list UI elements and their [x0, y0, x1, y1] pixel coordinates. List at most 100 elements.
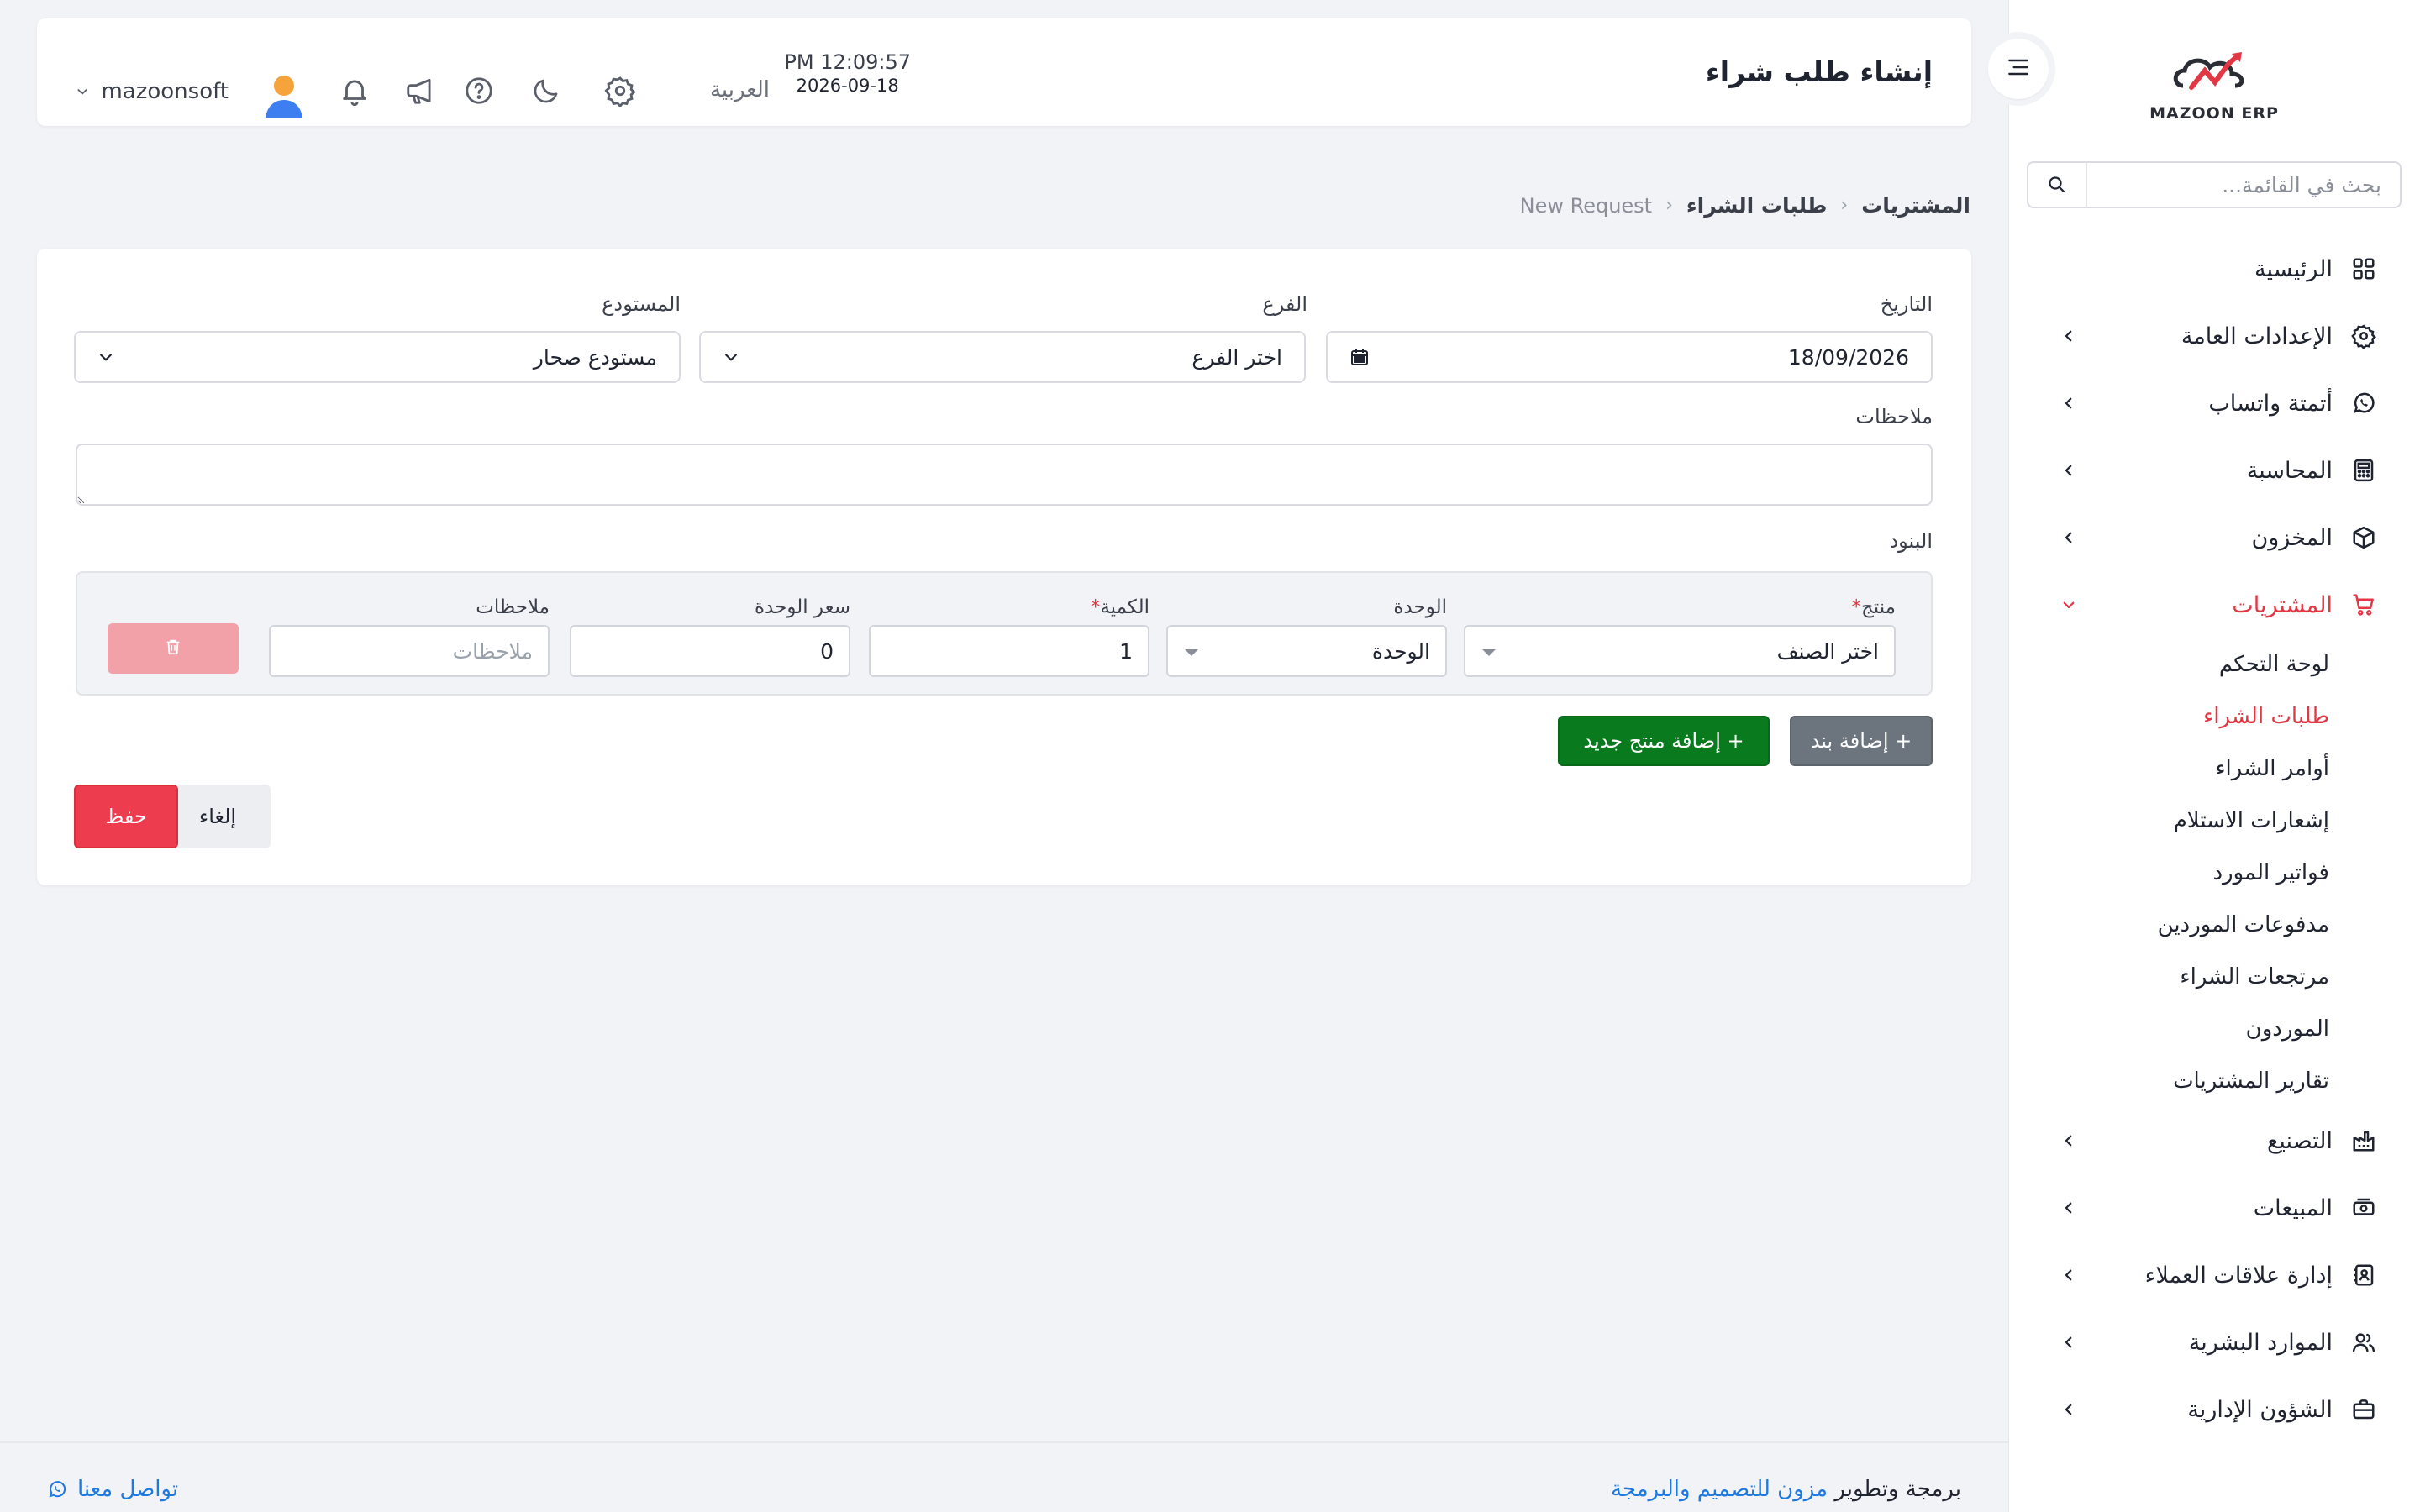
sidebar-item-general-settings[interactable]: الإعدادات العامة [2008, 302, 2420, 370]
submenu-item-receipt-notices[interactable]: إشعارات الاستلام [2008, 795, 2420, 847]
clock-date: 2026-09-18 [796, 76, 899, 96]
sidebar-item-inventory[interactable]: المخزون [2008, 504, 2420, 571]
submenu-item-purchase-returns[interactable]: مرتجعات الشراء [2008, 951, 2420, 1003]
sidebar-item-hr[interactable]: الموارد البشرية [2008, 1309, 2420, 1376]
search-icon[interactable] [2028, 163, 2087, 207]
caret-down-icon [1481, 639, 1497, 664]
sidebar-item-home[interactable]: الرئيسية [2008, 235, 2420, 302]
sidebar-item-label: الشؤون الإدارية [2187, 1396, 2333, 1423]
submenu-item-supplier-invoices[interactable]: فواتير المورد [2008, 847, 2420, 899]
product-select[interactable]: اختر الصنف [1464, 625, 1896, 677]
grid-icon [2349, 255, 2378, 283]
submenu-item-purchase-orders[interactable]: أوامر الشراء [2008, 743, 2420, 795]
contact-us-link[interactable]: تواصل معنا [47, 1477, 178, 1502]
gear-icon [2349, 322, 2378, 350]
submenu-item-dashboard[interactable]: لوحة التحكم [2008, 638, 2420, 690]
sidebar-item-label: إدارة علاقات العملاء [2144, 1262, 2333, 1289]
notes-label: ملاحظات [1855, 405, 1933, 428]
caret-down-icon [1183, 639, 1200, 664]
calendar-icon[interactable] [1349, 347, 1370, 367]
sidebar-item-label: أتمتة واتساب [2208, 390, 2333, 417]
breadcrumb-current: New Request [1519, 193, 1653, 218]
unit-select[interactable]: الوحدة [1166, 625, 1447, 677]
chevron-down-icon [723, 349, 739, 365]
warehouse-value: مستودع صحار [533, 344, 657, 370]
submenu-item-purchase-requests[interactable]: طلبات الشراء [2008, 690, 2420, 743]
language-switch[interactable]: العربية [710, 77, 770, 102]
chevron-left-icon [2059, 1399, 2079, 1420]
settings-gear-icon[interactable] [603, 74, 637, 108]
unit-price-value: 0 [820, 638, 834, 664]
logo-text: MAZOON ERP [2149, 104, 2279, 123]
product-label: منتج* [1851, 596, 1896, 618]
add-line-button[interactable]: + إضافة بند [1790, 716, 1933, 766]
factory-icon [2349, 1126, 2378, 1155]
top-header: إنشاء طلب شراء PM 12:09:57 2026-09-18 ال… [37, 18, 1971, 126]
chevron-down-icon [2059, 595, 2079, 615]
cash-register-icon [2349, 1194, 2378, 1222]
warehouse-label: المستودع [602, 292, 681, 316]
sidebar-item-sales[interactable]: المبيعات [2008, 1174, 2420, 1242]
date-input[interactable]: 18/09/2026 [1326, 331, 1933, 383]
submenu-item-supplier-payments[interactable]: مدفوعات الموردين [2008, 899, 2420, 951]
quantity-input[interactable]: 1 [869, 625, 1150, 677]
item-notes-label: ملاحظات [476, 596, 550, 618]
username: mazoonsoft [101, 79, 229, 104]
warehouse-select[interactable]: مستودع صحار [74, 331, 681, 383]
branch-label: الفرع [1262, 292, 1307, 316]
unit-price-input[interactable]: 0 [570, 625, 850, 677]
notes-textarea[interactable] [76, 444, 1933, 506]
bell-icon[interactable] [338, 74, 371, 108]
breadcrumb-purchases[interactable]: المشتريات [1861, 193, 1970, 218]
briefcase-icon [2349, 1395, 2378, 1424]
item-notes-input[interactable]: ملاحظات [269, 625, 550, 677]
sidebar-search[interactable] [2027, 161, 2402, 208]
users-icon [2349, 1328, 2378, 1357]
cancel-button[interactable]: إلغاء [165, 785, 271, 848]
unit-value: الوحدة [1371, 638, 1430, 664]
submenu-item-purchase-reports[interactable]: تقارير المشتريات [2008, 1055, 2420, 1107]
sidebar-toggle-button[interactable] [1981, 32, 2055, 106]
sidebar-item-label: الموارد البشرية [2188, 1329, 2333, 1356]
sidebar-item-label: المبيعات [2253, 1194, 2333, 1221]
submenu-item-suppliers[interactable]: الموردون [2008, 1003, 2420, 1055]
credit-prefix: برمجة وتطوير [1834, 1477, 1961, 1502]
avatar[interactable] [262, 72, 306, 118]
purchases-submenu: لوحة التحكم طلبات الشراء أوامر الشراء إش… [2008, 638, 2420, 1107]
add-new-product-button[interactable]: + إضافة منتج جديد [1558, 716, 1770, 766]
date-value: 18/09/2026 [1787, 344, 1909, 370]
save-button[interactable]: حفظ [74, 785, 178, 848]
chevron-down-icon [76, 79, 89, 104]
menu-toggle-icon [2005, 54, 2032, 84]
help-circle-icon[interactable] [462, 74, 496, 108]
credit-link[interactable]: مزون للتصميم والبرمجة [1611, 1477, 1828, 1502]
sidebar-item-label: المشتريات [2232, 591, 2333, 618]
unit-label: الوحدة [1393, 596, 1447, 618]
breadcrumb-purchase-requests[interactable]: طلبات الشراء [1686, 193, 1827, 218]
page-title: إنشاء طلب شراء [1705, 55, 1933, 88]
user-menu[interactable]: mazoonsoft [76, 79, 229, 104]
logo-icon [2173, 52, 2244, 90]
sidebar-item-label: المخزون [2251, 524, 2333, 551]
box-icon [2349, 523, 2378, 552]
whatsapp-icon [2349, 389, 2378, 417]
quantity-label: الكمية* [1090, 596, 1150, 618]
sidebar-search-input[interactable] [2087, 163, 2400, 207]
sidebar-item-crm[interactable]: إدارة علاقات العملاء [2008, 1242, 2420, 1309]
chevron-left-icon: ‹ [1840, 195, 1849, 216]
sidebar-item-admin[interactable]: الشؤون الإدارية [2008, 1376, 2420, 1443]
sidebar-item-whatsapp[interactable]: أتمتة واتساب [2008, 370, 2420, 437]
footer-credit: برمجة وتطوير مزون للتصميم والبرمجة [1611, 1477, 1961, 1502]
product-value: اختر الصنف [1776, 638, 1879, 664]
contact-label: تواصل معنا [77, 1477, 179, 1502]
purchase-request-form: التاريخ الفرع المستودع 18/09/2026 اختر ا… [37, 249, 1971, 885]
sidebar-item-manufacturing[interactable]: التصنيع [2008, 1107, 2420, 1174]
sidebar-item-purchases[interactable]: المشتريات [2008, 571, 2420, 638]
moon-icon[interactable] [529, 74, 563, 108]
branch-select[interactable]: اختر الفرع [699, 331, 1306, 383]
delete-item-button[interactable] [108, 623, 239, 674]
logo: MAZOON ERP [2134, 30, 2294, 123]
sidebar-item-accounting[interactable]: المحاسبة [2008, 437, 2420, 504]
chevron-left-icon [2059, 1265, 2079, 1285]
megaphone-icon[interactable] [403, 74, 437, 108]
